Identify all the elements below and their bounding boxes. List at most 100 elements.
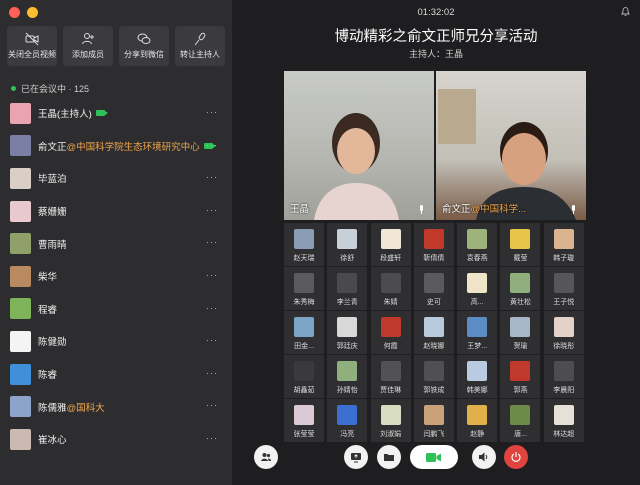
member-row[interactable]: 曹雨晴 ··· [0, 227, 232, 260]
power-icon [511, 452, 521, 462]
participant-tile[interactable]: 贺瑜 [500, 311, 541, 354]
member-row[interactable]: 蔡姗姗 ··· [0, 195, 232, 228]
participant-tile[interactable]: 李兰青 [327, 267, 368, 310]
member-name: 陈睿 [38, 370, 58, 382]
participant-tile[interactable]: 王梦... [457, 311, 498, 354]
notification-bell-icon[interactable] [621, 6, 630, 17]
more-options-button[interactable]: ··· [206, 270, 218, 280]
avatar [510, 273, 531, 293]
member-row[interactable]: 陈睿 ··· [0, 358, 232, 391]
member-row[interactable]: 王晶(主持人) ··· [0, 97, 232, 130]
avatar [294, 361, 314, 381]
participant-tile[interactable]: 冯亮 [327, 399, 368, 442]
more-options-button[interactable]: ··· [206, 433, 218, 443]
participant-tile[interactable]: 袁春燕 [457, 223, 498, 266]
more-options-button[interactable]: ··· [206, 335, 218, 345]
more-options-button[interactable]: ··· [206, 303, 218, 313]
participant-tile[interactable]: 王子悦 [543, 267, 584, 310]
participant-tile[interactable]: 徐晓彤 [543, 311, 584, 354]
participant-tile[interactable]: 朱婧 [370, 267, 411, 310]
member-row[interactable]: 崔冰心 ··· [0, 423, 232, 456]
more-options-button[interactable]: ··· [206, 107, 218, 117]
participant-tile[interactable]: 黄壮松 [500, 267, 541, 310]
member-name: 王晶(主持人) [38, 109, 92, 121]
mute-all-video-button[interactable]: 关闭全员视频 [7, 26, 57, 66]
video-speaker-name: 俞文正@中国科学... [442, 204, 527, 215]
member-row[interactable]: 陈健勋 ··· [0, 325, 232, 358]
more-options-button[interactable]: ··· [206, 172, 218, 182]
more-options-button[interactable]: ··· [206, 237, 218, 247]
avatar [380, 405, 401, 425]
more-options-button[interactable]: ··· [206, 205, 218, 215]
minimize-window-button[interactable] [27, 7, 38, 18]
wechat-icon [137, 33, 151, 44]
video-feed-host[interactable]: 王晶 [284, 71, 434, 220]
participant-tile[interactable]: 靳倩倩 [413, 223, 454, 266]
participant-tile[interactable]: 田金... [284, 311, 324, 354]
transfer-host-button[interactable]: 转让主持人 [175, 26, 225, 66]
more-options-button[interactable]: ··· [206, 140, 218, 150]
member-name: 程睿 [38, 304, 58, 316]
participant-tile[interactable]: 高... [457, 267, 498, 310]
participant-tile[interactable]: 李晨阳 [543, 355, 584, 398]
participant-name: 何霞 [383, 343, 398, 350]
close-window-button[interactable] [9, 7, 20, 18]
camera-toggle-button[interactable] [410, 445, 458, 469]
person-silhouette [438, 89, 576, 220]
camera-icon [426, 452, 441, 462]
member-row[interactable]: 程睿 ··· [0, 293, 232, 326]
participant-tile[interactable]: 徐舒 [327, 223, 368, 266]
avatar [10, 396, 31, 418]
participant-tile[interactable]: 朱秀梅 [284, 267, 324, 310]
member-row[interactable]: 柴华 ··· [0, 260, 232, 293]
participant-tile[interactable]: 张莹莹 [284, 399, 324, 442]
share-to-wechat-button[interactable]: 分享到微信 [119, 26, 169, 66]
participant-tile[interactable]: 唐... [500, 399, 541, 442]
meeting-timer: 01:32:02 [417, 7, 455, 18]
participant-tile[interactable]: 孙婧怡 [327, 355, 368, 398]
participant-name: 郭铁成 [423, 387, 445, 394]
participant-tile[interactable]: 戴莹 [500, 223, 541, 266]
participant-name: 胡鑫茹 [293, 387, 315, 394]
participant-tile[interactable]: 刘淑娟 [370, 399, 411, 442]
screen-share-button[interactable] [344, 445, 368, 469]
participant-tile[interactable]: 赵晓娜 [413, 311, 454, 354]
participant-tile[interactable]: 赵静 [457, 399, 498, 442]
participant-tile[interactable]: 韩美娜 [457, 355, 498, 398]
sidebar: 关闭全员视频 添加成员 分享到微信 转让主持人 已在会议中 · 125 王晶(主… [0, 0, 232, 485]
participant-tile[interactable]: 郭燕 [500, 355, 541, 398]
speaker-button[interactable] [472, 445, 496, 469]
participant-tile[interactable]: 郭铁成 [413, 355, 454, 398]
participant-name: 黄壮松 [509, 299, 531, 306]
avatar [10, 330, 31, 352]
leave-meeting-button[interactable] [504, 445, 528, 469]
add-member-button[interactable]: 添加成员 [63, 26, 113, 66]
member-row[interactable]: 毕蓝泊 ··· [0, 162, 232, 195]
participant-tile[interactable]: 何霞 [370, 311, 411, 354]
avatar [337, 361, 358, 381]
participant-tile[interactable]: 贾佳琳 [370, 355, 411, 398]
transfer-host-label: 转让主持人 [180, 50, 220, 59]
avatar [510, 229, 531, 249]
video-feed-speaker[interactable]: 俞文正@中国科学... [436, 71, 586, 220]
avatar [423, 361, 444, 381]
more-options-button[interactable]: ··· [206, 368, 218, 378]
participant-tile[interactable]: 史可 [413, 267, 454, 310]
participant-tile[interactable]: 韩子璇 [543, 223, 584, 266]
participant-tile[interactable]: 林达超 [543, 399, 584, 442]
participant-name: 徐晓彤 [553, 343, 575, 350]
participant-name: 朱婧 [383, 299, 398, 306]
member-row[interactable]: 陈儒雅@国科大 ··· [0, 390, 232, 423]
member-list-button[interactable] [254, 445, 278, 469]
participant-tile[interactable]: 胡鑫茹 [284, 355, 324, 398]
participant-tile[interactable]: 闫鹏飞 [413, 399, 454, 442]
more-options-button[interactable]: ··· [206, 400, 218, 410]
member-row[interactable]: 俞文正@中国科学院生态环境研究中心 ··· [0, 130, 232, 163]
online-count: 已在会议中 · 125 [11, 82, 89, 95]
participant-tile[interactable]: 段盛轩 [370, 223, 411, 266]
participant-tile[interactable]: 郭廷庆 [327, 311, 368, 354]
files-button[interactable] [377, 445, 401, 469]
avatar [423, 273, 444, 293]
participant-tile[interactable]: 赵天瑞 [284, 223, 324, 266]
microphone-icon [572, 205, 575, 214]
